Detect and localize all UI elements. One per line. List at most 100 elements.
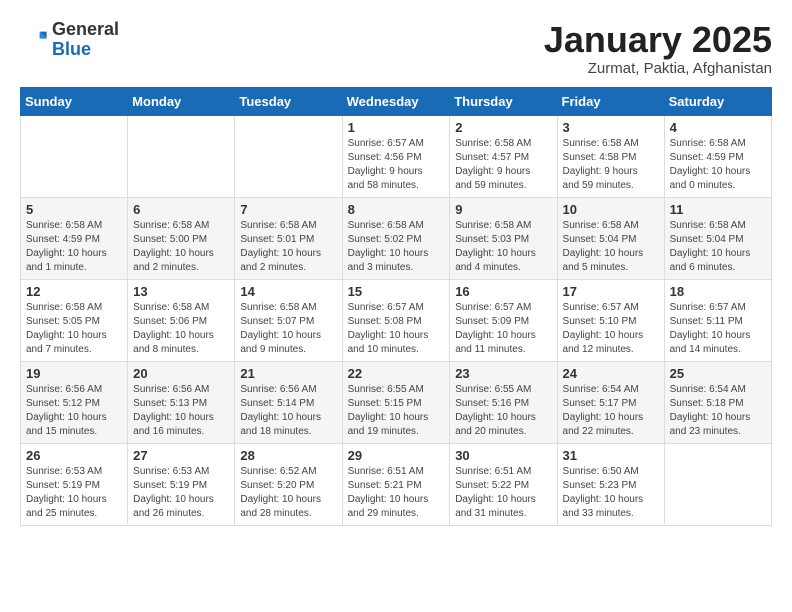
day-number: 4 — [670, 120, 766, 135]
calendar-cell: 8 Sunrise: 6:58 AM Sunset: 5:02 PM Daylig… — [342, 197, 450, 279]
day-number: 17 — [563, 284, 659, 299]
calendar-cell: 23 Sunrise: 6:55 AM Sunset: 5:16 PM Dayli… — [450, 361, 557, 443]
calendar-cell: 25 Sunrise: 6:54 AM Sunset: 5:18 PM Dayli… — [664, 361, 771, 443]
calendar-cell: 2 Sunrise: 6:58 AM Sunset: 4:57 PM Daylig… — [450, 115, 557, 197]
day-info: Sunrise: 6:58 AM Sunset: 5:04 PM Dayligh… — [670, 219, 766, 275]
calendar-cell: 31 Sunrise: 6:50 AM Sunset: 5:23 PM Dayli… — [557, 443, 664, 525]
day-number: 21 — [240, 366, 336, 381]
day-info: Sunrise: 6:54 AM Sunset: 5:17 PM Dayligh… — [563, 383, 659, 439]
day-info: Sunrise: 6:54 AM Sunset: 5:18 PM Dayligh… — [670, 383, 766, 439]
day-number: 16 — [455, 284, 551, 299]
day-info: Sunrise: 6:57 AM Sunset: 4:56 PM Dayligh… — [348, 137, 445, 193]
day-info: Sunrise: 6:55 AM Sunset: 5:16 PM Dayligh… — [455, 383, 551, 439]
day-number: 6 — [133, 202, 229, 217]
calendar-cell: 12 Sunrise: 6:58 AM Sunset: 5:05 PM Dayli… — [21, 279, 128, 361]
calendar-cell: 9 Sunrise: 6:58 AM Sunset: 5:03 PM Daylig… — [450, 197, 557, 279]
day-number: 13 — [133, 284, 229, 299]
day-number: 25 — [670, 366, 766, 381]
day-number: 26 — [26, 448, 122, 463]
calendar-week-row: 5 Sunrise: 6:58 AM Sunset: 4:59 PM Daylig… — [21, 197, 772, 279]
calendar-cell: 15 Sunrise: 6:57 AM Sunset: 5:08 PM Dayli… — [342, 279, 450, 361]
day-info: Sunrise: 6:51 AM Sunset: 5:22 PM Dayligh… — [455, 465, 551, 521]
logo-blue: Blue — [52, 40, 119, 60]
day-number: 9 — [455, 202, 551, 217]
calendar-cell: 27Sunrise: 6:53 AM Sunset: 5:19 PM Dayli… — [128, 443, 235, 525]
calendar-cell: 3Sunrise: 6:58 AM Sunset: 4:58 PM Daylig… — [557, 115, 664, 197]
day-number: 2 — [455, 120, 551, 135]
day-info: Sunrise: 6:58 AM Sunset: 5:01 PM Dayligh… — [240, 219, 336, 275]
day-info: Sunrise: 6:58 AM Sunset: 5:02 PM Dayligh… — [348, 219, 445, 275]
calendar-cell: 29Sunrise: 6:51 AM Sunset: 5:21 PM Dayli… — [342, 443, 450, 525]
calendar-cell: 17Sunrise: 6:57 AM Sunset: 5:10 PM Dayli… — [557, 279, 664, 361]
day-number: 12 — [26, 284, 122, 299]
day-info: Sunrise: 6:55 AM Sunset: 5:15 PM Dayligh… — [348, 383, 445, 439]
day-number: 5 — [26, 202, 122, 217]
day-info: Sunrise: 6:56 AM Sunset: 5:12 PM Dayligh… — [26, 383, 122, 439]
day-number: 7 — [240, 202, 336, 217]
day-info: Sunrise: 6:57 AM Sunset: 5:11 PM Dayligh… — [670, 301, 766, 357]
calendar-cell: 28 Sunrise: 6:52 AM Sunset: 5:20 PM Dayli… — [235, 443, 342, 525]
logo-icon — [20, 26, 48, 54]
calendar-week-row: 19 Sunrise: 6:56 AM Sunset: 5:12 PM Dayli… — [21, 361, 772, 443]
weekday-header-monday: Monday — [128, 87, 235, 115]
calendar-cell: 18 Sunrise: 6:57 AM Sunset: 5:11 PM Dayli… — [664, 279, 771, 361]
day-info: Sunrise: 6:58 AM Sunset: 4:57 PM Dayligh… — [455, 137, 551, 193]
day-info: Sunrise: 6:57 AM Sunset: 5:08 PM Dayligh… — [348, 301, 445, 357]
logo: General Blue — [20, 20, 119, 60]
weekday-header-thursday: Thursday — [450, 87, 557, 115]
day-number: 20 — [133, 366, 229, 381]
month-title: January 2025 — [544, 20, 772, 60]
day-info: Sunrise: 6:58 AM Sunset: 5:07 PM Dayligh… — [240, 301, 336, 357]
day-info: Sunrise: 6:56 AM Sunset: 5:13 PM Dayligh… — [133, 383, 229, 439]
title-block: January 2025 Zurmat, Paktia, Afghanistan — [544, 20, 772, 77]
day-info: Sunrise: 6:58 AM Sunset: 5:03 PM Dayligh… — [455, 219, 551, 275]
day-info: Sunrise: 6:57 AM Sunset: 5:09 PM Dayligh… — [455, 301, 551, 357]
day-info: Sunrise: 6:58 AM Sunset: 5:05 PM Dayligh… — [26, 301, 122, 357]
day-info: Sunrise: 6:50 AM Sunset: 5:23 PM Dayligh… — [563, 465, 659, 521]
day-number: 28 — [240, 448, 336, 463]
day-number: 24 — [563, 366, 659, 381]
day-info: Sunrise: 6:53 AM Sunset: 5:19 PM Dayligh… — [133, 465, 229, 521]
calendar-cell: 19 Sunrise: 6:56 AM Sunset: 5:12 PM Dayli… — [21, 361, 128, 443]
day-info: Sunrise: 6:58 AM Sunset: 5:04 PM Dayligh… — [563, 219, 659, 275]
calendar-cell: 1Sunrise: 6:57 AM Sunset: 4:56 PM Daylig… — [342, 115, 450, 197]
calendar-cell: 11 Sunrise: 6:58 AM Sunset: 5:04 PM Dayli… — [664, 197, 771, 279]
weekday-header-tuesday: Tuesday — [235, 87, 342, 115]
calendar-cell: 13Sunrise: 6:58 AM Sunset: 5:06 PM Dayli… — [128, 279, 235, 361]
calendar-cell: 10 Sunrise: 6:58 AM Sunset: 5:04 PM Dayli… — [557, 197, 664, 279]
day-info: Sunrise: 6:58 AM Sunset: 4:59 PM Dayligh… — [26, 219, 122, 275]
weekday-header-row: SundayMondayTuesdayWednesdayThursdayFrid… — [21, 87, 772, 115]
calendar-cell: 30 Sunrise: 6:51 AM Sunset: 5:22 PM Dayli… — [450, 443, 557, 525]
calendar-week-row: 1Sunrise: 6:57 AM Sunset: 4:56 PM Daylig… — [21, 115, 772, 197]
weekday-header-sunday: Sunday — [21, 87, 128, 115]
day-info: Sunrise: 6:58 AM Sunset: 5:00 PM Dayligh… — [133, 219, 229, 275]
calendar-cell: 20 Sunrise: 6:56 AM Sunset: 5:13 PM Dayli… — [128, 361, 235, 443]
calendar-cell — [664, 443, 771, 525]
day-info: Sunrise: 6:52 AM Sunset: 5:20 PM Dayligh… — [240, 465, 336, 521]
day-number: 22 — [348, 366, 445, 381]
day-number: 8 — [348, 202, 445, 217]
day-number: 23 — [455, 366, 551, 381]
logo-general: General — [52, 20, 119, 40]
weekday-header-friday: Friday — [557, 87, 664, 115]
day-number: 11 — [670, 202, 766, 217]
day-number: 18 — [670, 284, 766, 299]
day-info: Sunrise: 6:58 AM Sunset: 4:59 PM Dayligh… — [670, 137, 766, 193]
day-info: Sunrise: 6:53 AM Sunset: 5:19 PM Dayligh… — [26, 465, 122, 521]
day-number: 31 — [563, 448, 659, 463]
day-number: 15 — [348, 284, 445, 299]
day-info: Sunrise: 6:51 AM Sunset: 5:21 PM Dayligh… — [348, 465, 445, 521]
calendar-cell: 22 Sunrise: 6:55 AM Sunset: 5:15 PM Dayli… — [342, 361, 450, 443]
weekday-header-wednesday: Wednesday — [342, 87, 450, 115]
page-header: General Blue January 2025 Zurmat, Paktia… — [20, 20, 772, 77]
calendar-cell: 14 Sunrise: 6:58 AM Sunset: 5:07 PM Dayli… — [235, 279, 342, 361]
logo-text: General Blue — [52, 20, 119, 60]
day-number: 19 — [26, 366, 122, 381]
day-number: 14 — [240, 284, 336, 299]
calendar-cell: 24 Sunrise: 6:54 AM Sunset: 5:17 PM Dayli… — [557, 361, 664, 443]
day-number: 10 — [563, 202, 659, 217]
calendar-cell: 5 Sunrise: 6:58 AM Sunset: 4:59 PM Daylig… — [21, 197, 128, 279]
calendar-week-row: 26 Sunrise: 6:53 AM Sunset: 5:19 PM Dayli… — [21, 443, 772, 525]
day-number: 30 — [455, 448, 551, 463]
weekday-header-saturday: Saturday — [664, 87, 771, 115]
